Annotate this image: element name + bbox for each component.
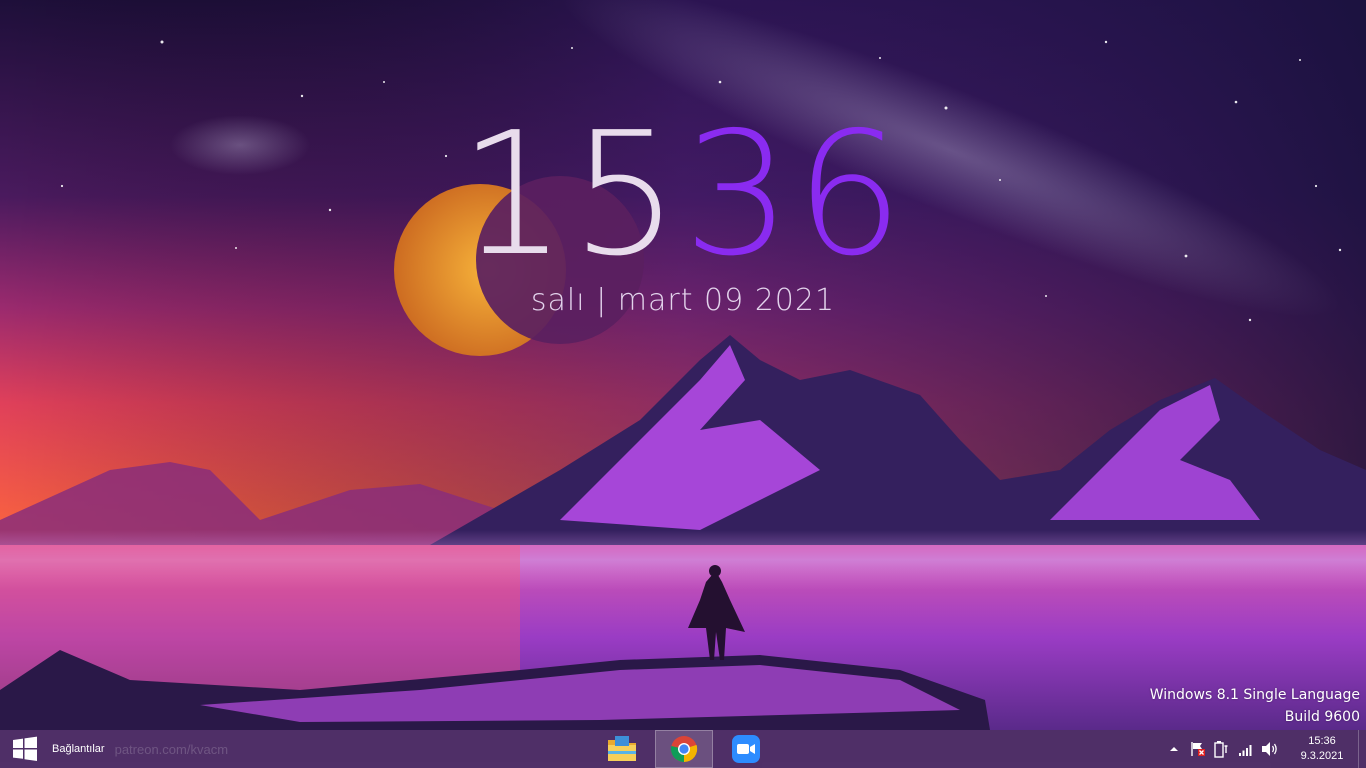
- clock-date: salı | mart 09 2021: [530, 283, 836, 318]
- show-desktop-button[interactable]: [1358, 730, 1366, 768]
- watermark-link: patreon.com/kvacm: [114, 741, 229, 757]
- windows-watermark: Windows 8.1 Single Language Build 9600: [1150, 684, 1360, 728]
- chrome-icon: [670, 736, 698, 763]
- clock-minutes: 36: [683, 96, 908, 294]
- taskbar-clock[interactable]: 15:36 9.3.2021: [1286, 734, 1358, 764]
- desktop[interactable]: 1536 salı | mart 09 2021 Windows 8.1 Sin…: [0, 0, 1366, 730]
- start-button[interactable]: [0, 730, 50, 768]
- watermark-build: Build 9600: [1284, 709, 1360, 725]
- power-button[interactable]: [1210, 730, 1234, 768]
- pinned-apps: [598, 730, 779, 768]
- taskbar[interactable]: Bağlantılar patreon.com/kvacm 15:36 9.3.…: [0, 730, 1366, 768]
- zoom-button[interactable]: [722, 730, 770, 768]
- file-explorer-icon: [608, 736, 636, 761]
- clock-time: 1536: [0, 110, 1366, 285]
- file-explorer-button[interactable]: [598, 730, 646, 768]
- windows-logo-icon: [13, 736, 37, 761]
- volume-icon: [1262, 742, 1277, 756]
- chevron-up-icon: [1170, 747, 1178, 751]
- connections-toolbar[interactable]: Bağlantılar: [52, 743, 105, 755]
- battery-plug-icon: [1214, 741, 1228, 758]
- network-signal-icon: [1239, 745, 1252, 756]
- system-tray: 15:36 9.3.2021: [1162, 730, 1366, 768]
- clock-hours: 15: [458, 96, 683, 294]
- action-center-button[interactable]: [1186, 730, 1210, 768]
- clock-widget: 1536 salı | mart 09 2021: [0, 110, 1366, 318]
- show-hidden-icons-button[interactable]: [1162, 730, 1186, 768]
- network-button[interactable]: [1234, 730, 1258, 768]
- action-center-flag-icon: [1191, 742, 1205, 756]
- watermark-edition: Windows 8.1 Single Language: [1149, 687, 1360, 703]
- zoom-icon: [732, 735, 760, 763]
- volume-button[interactable]: [1258, 730, 1282, 768]
- chrome-button[interactable]: [655, 730, 713, 768]
- taskbar-time: 15:36: [1308, 735, 1336, 747]
- taskbar-date: 9.3.2021: [1300, 750, 1344, 762]
